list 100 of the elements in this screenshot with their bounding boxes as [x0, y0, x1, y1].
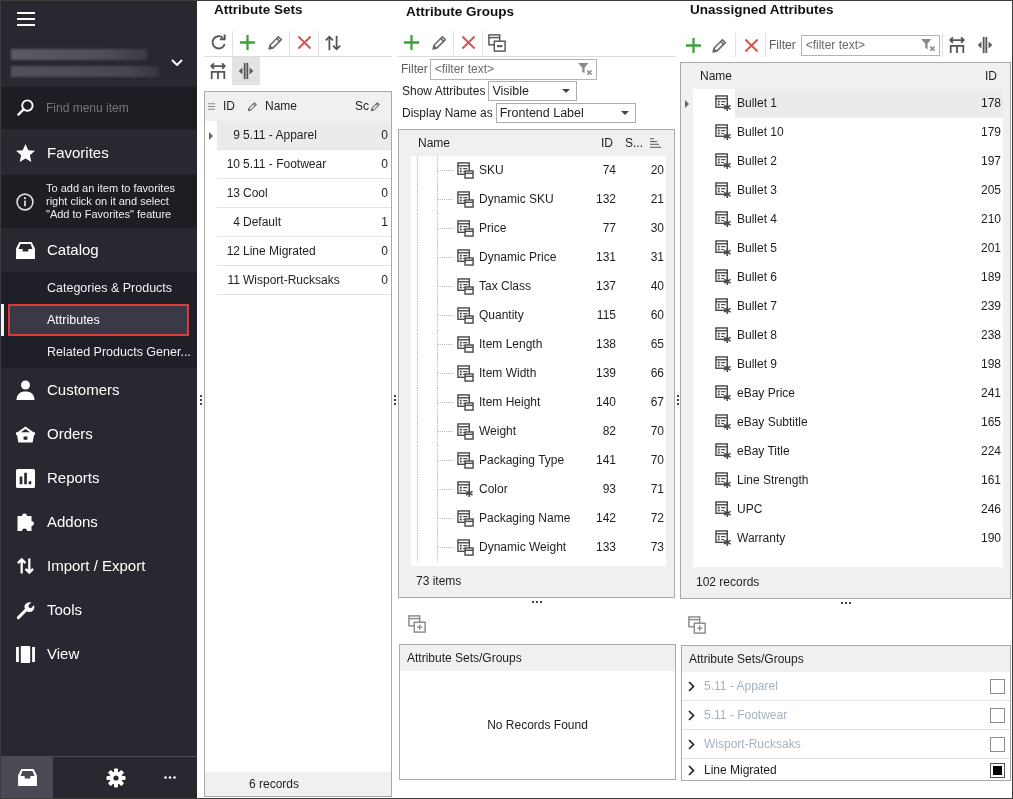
funnel-x-icon[interactable] [920, 38, 936, 52]
search-field[interactable]: Find menu item [1, 87, 197, 129]
star-icon [16, 144, 35, 162]
set-name: Line Migrated [704, 762, 778, 778]
table-row[interactable]: Bullet 10 179 [735, 118, 1003, 147]
form-asterisk-icon [715, 385, 732, 402]
column-header[interactable]: ID [217, 92, 262, 121]
table-row[interactable]: eBay Title 224 [735, 437, 1003, 466]
table-row[interactable]: UPC 246 [735, 495, 1003, 524]
chevron-right-icon[interactable] [688, 709, 695, 721]
archive-tab-button[interactable] [1, 757, 53, 798]
menu-item[interactable]: Catalog [1, 228, 197, 272]
set-name: 5.11 - Footwear [704, 707, 789, 723]
splitter-grip-icon[interactable] [393, 394, 396, 405]
split-view-button[interactable] [232, 57, 260, 85]
form-asterisk-icon [715, 124, 732, 141]
table-row[interactable]: Bullet 6 189 [735, 263, 1003, 292]
table-row[interactable]: Bullet 9 198 [735, 350, 1003, 379]
table-row[interactable]: eBay Price 241 [735, 379, 1003, 408]
table-cell-text: Packaging Type [479, 453, 566, 468]
chevron-right-icon[interactable] [688, 738, 695, 750]
table-row[interactable]: Bullet 4 210 [735, 205, 1003, 234]
table-cell-text: eBay Price [736, 386, 797, 401]
filter-field[interactable]: <filter text> [429, 58, 597, 80]
table-cell-text: 142 [594, 511, 617, 526]
table-cell-text: 20 [649, 163, 665, 178]
form-square-icon [457, 539, 474, 556]
splitter-grip-icon[interactable] [199, 394, 202, 405]
chevron-right-icon[interactable] [688, 680, 695, 692]
column-menu-icon[interactable] [207, 103, 215, 110]
table-row[interactable]: Bullet 8 238 [735, 321, 1003, 350]
table-row[interactable]: Bullet 1 178 [735, 89, 1003, 118]
table-row[interactable]: 13 Cool 0 [217, 179, 391, 208]
table-cell-text: Packaging Name [479, 511, 572, 526]
column-header[interactable]: ID [594, 130, 619, 156]
menu-item[interactable]: Customers [1, 368, 197, 412]
table-row[interactable]: Bullet 7 239 [735, 292, 1003, 321]
menu-item[interactable]: Import / Export [1, 544, 197, 588]
table-row[interactable]: 10 5.11 - Footwear 0 [217, 150, 391, 179]
column-header[interactable]: Name [262, 92, 351, 121]
archive-box-icon [17, 769, 37, 786]
column-header[interactable]: Sc [351, 92, 391, 121]
checkbox[interactable] [990, 762, 1005, 778]
table-row[interactable]: Line Strength 161 [735, 466, 1003, 495]
table-row[interactable]: 12 Line Migrated 0 [217, 237, 391, 266]
panel-title: Attribute Groups [405, 3, 515, 21]
menu-item[interactable]: Tools [1, 588, 197, 632]
column-header[interactable]: S... [619, 130, 666, 156]
form-asterisk-icon [715, 443, 732, 460]
table-cell-text: 13 [225, 185, 240, 201]
up-down-arrows-icon [324, 33, 342, 52]
pencil-icon [430, 34, 448, 51]
archive-box-icon [16, 241, 35, 259]
submenu-item[interactable]: Attributes [8, 304, 189, 336]
funnel-x-icon[interactable] [577, 62, 593, 76]
column-header[interactable]: Name [399, 130, 594, 156]
table-row[interactable]: eBay Subtitle 165 [735, 408, 1003, 437]
stacked-cards-plus-icon [408, 615, 426, 633]
panel-header: Attribute Sets/Groups [682, 646, 1010, 672]
menu-item[interactable]: Favorites [1, 131, 197, 175]
caret-down-icon [620, 111, 629, 115]
form-square-icon [457, 162, 474, 179]
submenu-item[interactable]: Related Products Gener... [8, 336, 197, 368]
menu-item[interactable]: Addons [1, 500, 197, 544]
table-cell-text: 67 [649, 395, 665, 410]
table-cell-text: 115 [595, 308, 617, 323]
form-asterisk-icon [715, 211, 732, 228]
menu-item[interactable]: View [1, 632, 197, 676]
table-row[interactable]: 4 Default 1 [217, 208, 391, 237]
table-row[interactable]: Warranty 190 [735, 524, 1003, 553]
column-header[interactable]: Name [681, 63, 974, 89]
table-row[interactable]: 11 Wisport-Rucksaks 0 [217, 266, 391, 295]
table-cell-text: UPC [736, 502, 764, 517]
table-cell-text: 70 [649, 424, 665, 439]
dropdown[interactable]: Visible [488, 81, 578, 101]
menu-item[interactable]: Reports [1, 456, 197, 500]
form-square-icon [457, 278, 474, 295]
table-cell-text: 30 [649, 221, 665, 236]
set-name: 5.11 - Apparel [704, 678, 779, 694]
table-cell-text: 246 [979, 502, 1002, 517]
delete-icon [744, 37, 759, 53]
table-row[interactable]: 9 5.11 - Apparel 0 [217, 121, 391, 150]
column-header[interactable]: ID [974, 63, 1003, 89]
caret-down-icon [562, 89, 571, 93]
table-cell-text: 71 [649, 482, 665, 497]
form-asterisk-icon [715, 501, 732, 518]
table-row[interactable]: Bullet 3 205 [735, 176, 1003, 205]
table-cell-text: 138 [594, 337, 617, 352]
table-row[interactable]: Bullet 2 197 [735, 147, 1003, 176]
dropdown[interactable]: Frontend Label [495, 103, 636, 123]
table-row[interactable]: Bullet 5 201 [735, 234, 1003, 263]
form-square-icon [457, 307, 474, 324]
chevron-right-icon[interactable] [688, 764, 695, 776]
submenu-item[interactable]: Categories & Products [8, 272, 197, 304]
table-cell-text: 239 [979, 299, 1002, 314]
menu-item[interactable]: Orders [1, 412, 197, 456]
table-cell-text: 4 [232, 214, 240, 230]
filter-field[interactable]: <filter text> [800, 34, 940, 56]
wrench-icon [16, 600, 35, 620]
form-asterisk-icon [715, 298, 732, 315]
